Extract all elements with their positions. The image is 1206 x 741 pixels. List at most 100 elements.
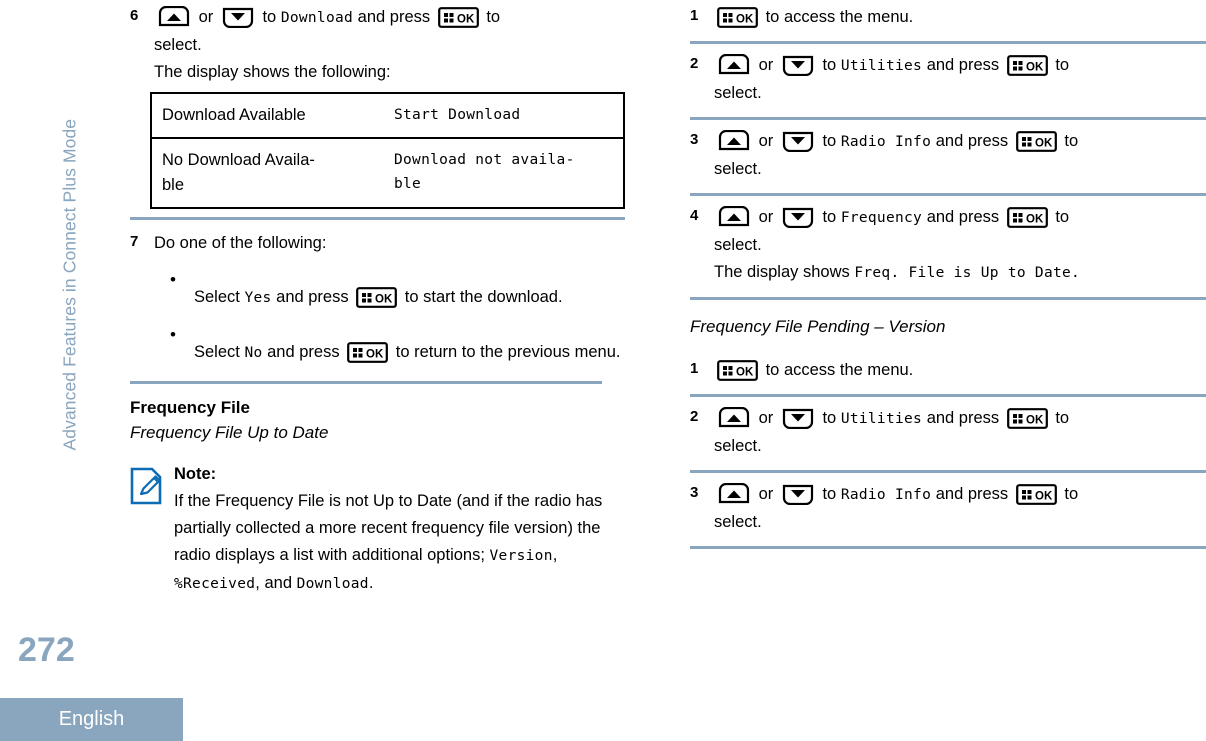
text-to-2: to (1055, 409, 1070, 427)
note-body: Note: If the Frequency File is not Up to… (174, 461, 635, 598)
step-body: or to Radio Info and press OK to select. (714, 128, 1206, 183)
section-heading-pending-version: Frequency File Pending – Version (690, 317, 946, 336)
display-messages-table: Download Available Start Download No Dow… (150, 92, 625, 209)
step-6: 6 or to Download and press OK to select.… (130, 4, 635, 86)
text-or: or (758, 56, 774, 74)
list-item-text: Select No and press OK to return to the … (194, 326, 635, 367)
note-box: Note: If the Frequency File is not Up to… (130, 461, 635, 598)
ok-key-icon[interactable]: OK (717, 360, 758, 381)
up-arrow-key-icon[interactable] (157, 6, 191, 28)
bullet-lead: Select (194, 288, 240, 306)
step-number: 4 (690, 207, 699, 224)
list-item: • Select Yes and press OK to start the d… (154, 271, 635, 312)
note-pencil-icon (130, 461, 174, 510)
text-and-press: and press (935, 132, 1009, 150)
menu-value-yes: Yes (244, 290, 272, 306)
bullet-tail: to return to the previous menu. (395, 343, 621, 361)
text-and-press: and press (926, 409, 1000, 427)
step-tail-text: to access the menu. (765, 361, 914, 379)
text-select: select. (154, 36, 202, 54)
text-or: or (758, 132, 774, 150)
svg-text:OK: OK (1026, 214, 1044, 226)
text-and-press: and press (935, 485, 1009, 503)
svg-text:OK: OK (366, 349, 384, 361)
text-to: to (822, 56, 837, 74)
ok-key-icon[interactable]: OK (356, 287, 398, 308)
down-arrow-key-icon[interactable] (781, 130, 815, 152)
note-period: . (368, 574, 374, 592)
note-title: Note: (174, 465, 217, 483)
text-and-press: and press (926, 56, 1000, 74)
step-body: or to Radio Info and press OK to select. (714, 481, 1206, 536)
note-text: If the Frequency File is not Up to Date … (174, 488, 635, 598)
ok-key-icon[interactable]: OK (347, 342, 389, 363)
text-and-press: and press (357, 8, 431, 26)
right-content-column: 1 OK to access the menu. 2 or to Utiliti… (690, 0, 1206, 549)
table-cell-display: Start Download (394, 107, 521, 123)
down-arrow-key-icon[interactable] (781, 407, 815, 429)
menu-target-download: Download (280, 10, 354, 26)
bullet-mid: and press (267, 343, 340, 361)
ok-key-icon[interactable]: OK (1006, 55, 1048, 76)
table-row: Download Available Start Download (151, 93, 624, 138)
frequency-file-section: Frequency File Frequency File Up to Date (130, 396, 635, 445)
down-arrow-key-icon[interactable] (781, 206, 815, 228)
text-followup: The display shows the following: (154, 63, 391, 81)
up-arrow-key-icon[interactable] (717, 483, 751, 505)
step-divider (690, 297, 1206, 300)
svg-text:OK: OK (1035, 138, 1053, 150)
step-number: 1 (690, 7, 699, 24)
ok-key-icon[interactable]: OK (437, 7, 479, 28)
ok-key-icon[interactable]: OK (1006, 408, 1048, 429)
table-row: No Download Availa- ble Download not ava… (151, 137, 624, 208)
list-item: • Select No and press OK to return to th… (154, 326, 635, 367)
section-divider (130, 381, 602, 384)
ok-key-icon[interactable]: OK (1006, 207, 1048, 228)
step-divider (690, 41, 1206, 44)
text-or: or (758, 485, 774, 503)
step-body: OK to access the menu. (714, 357, 1206, 384)
down-arrow-key-icon[interactable] (221, 6, 255, 28)
ok-key-icon[interactable]: OK (1015, 484, 1057, 505)
step-number: 7 (130, 233, 139, 250)
note-sep-1: , (552, 546, 558, 564)
ok-key-icon[interactable]: OK (1015, 131, 1057, 152)
svg-text:OK: OK (1035, 491, 1053, 503)
text-or: or (758, 208, 774, 226)
text-or: or (198, 8, 214, 26)
down-arrow-key-icon[interactable] (781, 54, 815, 76)
step-body: or to Download and press OK to select. T… (154, 4, 635, 86)
step-divider (690, 546, 1206, 549)
step-number: 2 (690, 55, 699, 72)
left-content-column: 6 or to Download and press OK to select.… (130, 0, 635, 598)
section-divider (130, 217, 625, 220)
step-number: 2 (690, 408, 699, 425)
up-arrow-key-icon[interactable] (717, 54, 751, 76)
step-1-group-1: 1 OK to access the menu. (690, 4, 1206, 31)
step-3-group-2: 3 or to Radio Info and press OK to selec… (690, 481, 1206, 536)
up-arrow-key-icon[interactable] (717, 407, 751, 429)
step-divider (690, 193, 1206, 196)
step-body: or to Utilities and press OK to select. (714, 405, 1206, 460)
step-2-group-2: 2 or to Utilities and press OK to select… (690, 405, 1206, 460)
menu-value-no: No (244, 345, 263, 361)
text-to: to (822, 409, 837, 427)
section-heading: Frequency File (130, 398, 250, 417)
up-arrow-key-icon[interactable] (717, 130, 751, 152)
step-4-group-1: 4 or to Frequency and press OK to select… (690, 204, 1206, 287)
step-1-group-2: 1 OK to access the menu. (690, 357, 1206, 384)
text-to-2: to (1064, 132, 1079, 150)
down-arrow-key-icon[interactable] (781, 483, 815, 505)
display-result-line: The display shows Freq. File is Up to Da… (714, 259, 1206, 287)
up-arrow-key-icon[interactable] (717, 206, 751, 228)
menu-option-version: Version (489, 548, 553, 564)
display-message-freq-up-to-date: Freq. File is Up to Date. (854, 265, 1081, 281)
step-divider (690, 470, 1206, 473)
menu-target-radio-info: Radio Info (840, 134, 932, 150)
text-or: or (758, 409, 774, 427)
note-and: and (264, 574, 292, 592)
ok-key-icon[interactable]: OK (717, 7, 758, 28)
svg-text:OK: OK (1026, 415, 1044, 427)
list-item-text: Select Yes and press OK to start the dow… (194, 271, 635, 312)
step-divider (690, 117, 1206, 120)
